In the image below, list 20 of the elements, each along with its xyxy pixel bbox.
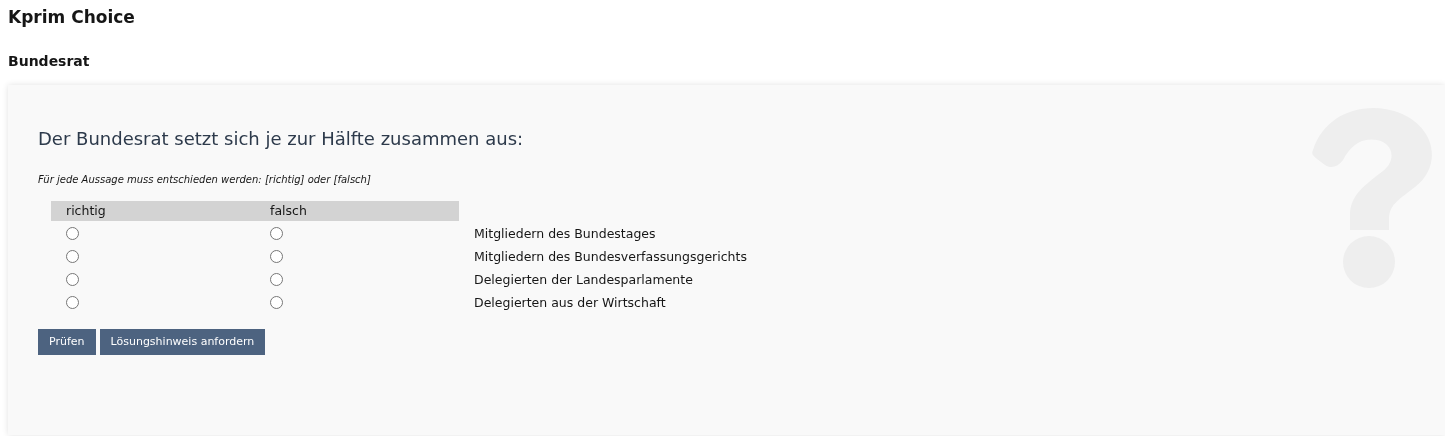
column-header: falsch bbox=[255, 200, 459, 221]
hint-button[interactable]: Lösungshinweis anfordern bbox=[99, 328, 266, 355]
column-header: richtig bbox=[51, 200, 255, 221]
check-button[interactable]: Prüfen bbox=[38, 328, 96, 355]
statement-text: Mitgliedern des Bundestages bbox=[473, 224, 657, 243]
radio-button[interactable] bbox=[270, 296, 283, 309]
statement-text: Delegierten der Landesparlamente bbox=[473, 270, 694, 289]
page-title: Kprim Choice bbox=[8, 6, 136, 29]
radio-button[interactable] bbox=[270, 227, 283, 240]
instruction-text: Für jede Aussage muss entschieden werden: [richtig] oder [falsch] bbox=[38, 172, 372, 187]
radio-button[interactable] bbox=[66, 273, 79, 286]
radio-button[interactable] bbox=[66, 250, 79, 263]
statement-text: Delegierten aus der Wirtschaft bbox=[473, 293, 667, 312]
radio-button[interactable] bbox=[66, 296, 79, 309]
radio-button[interactable] bbox=[270, 250, 283, 263]
question-text: Der Bundesrat setzt sich je zur Hälfte zusammen aus: bbox=[38, 126, 525, 151]
radio-button[interactable] bbox=[66, 227, 79, 240]
radio-button[interactable] bbox=[270, 273, 283, 286]
question-title: Bundesrat bbox=[8, 51, 91, 71]
statement-text: Mitgliedern des Bundesverfassungsgerichts bbox=[473, 247, 748, 266]
